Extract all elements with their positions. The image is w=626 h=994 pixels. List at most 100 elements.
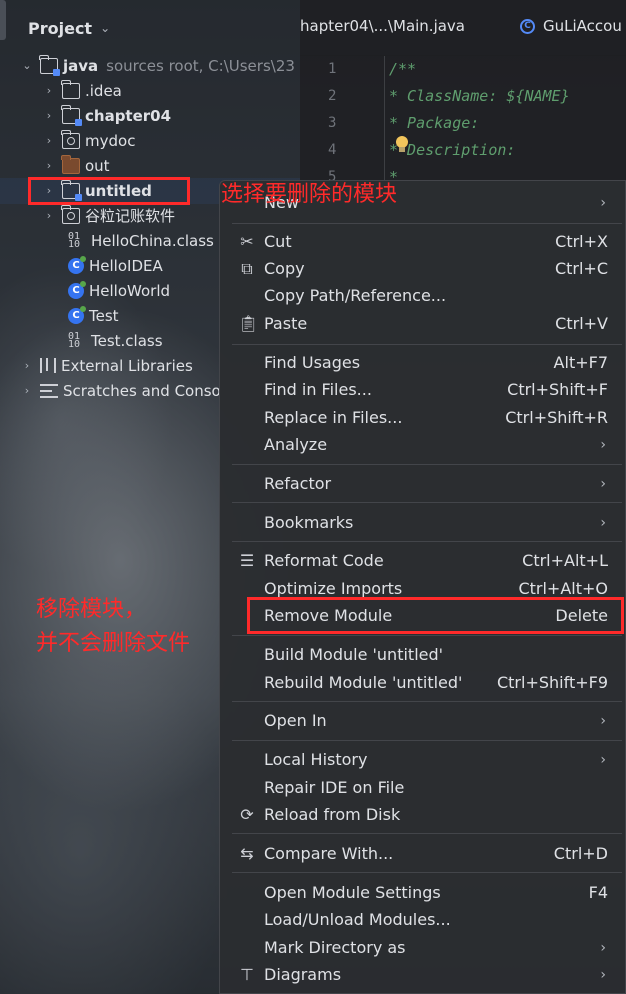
- chevron-right-icon[interactable]: ›: [42, 209, 56, 222]
- folder-icon: [61, 204, 80, 224]
- tree-item-idea[interactable]: › .idea: [42, 78, 122, 103]
- tree-item-guli[interactable]: › 谷粒记账软件: [42, 203, 175, 228]
- menu-item-label: Reformat Code: [264, 551, 384, 570]
- code-line: /**: [389, 60, 417, 78]
- tree-item-helloworld[interactable]: C HelloWorld: [62, 278, 170, 303]
- tab-main-java[interactable]: hapter04\...\Main.java: [300, 17, 465, 35]
- tree-item-java[interactable]: ⌄ java sources root, C:\Users\23: [20, 53, 295, 78]
- menu-item-label: Refactor: [264, 474, 332, 493]
- class-icon: C: [520, 18, 535, 34]
- excluded-folder-icon: [61, 154, 80, 174]
- copy-icon: ⧉: [241, 258, 253, 278]
- chevron-right-icon: ›: [600, 712, 606, 729]
- chevron-right-icon[interactable]: ›: [42, 84, 56, 97]
- menu-item-label: Reload from Disk: [264, 805, 401, 824]
- tree-item-label: HelloWorld: [89, 281, 171, 300]
- library-icon: [40, 358, 56, 373]
- menu-item-shortcut: Alt+F7: [553, 353, 608, 372]
- menu-separator: [232, 502, 622, 503]
- menu-item-label: Open In: [264, 711, 327, 730]
- menu-item-refactor[interactable]: Refactor ›: [232, 470, 622, 497]
- chevron-right-icon: ›: [600, 194, 606, 211]
- tab-guliaccount[interactable]: C GuLiAccou: [520, 17, 622, 35]
- menu-item-shortcut: Ctrl+Alt+O: [518, 579, 608, 598]
- java-class-icon: C: [68, 280, 86, 299]
- tree-item-scratches[interactable]: › Scratches and Conso: [20, 378, 221, 403]
- chevron-right-icon[interactable]: ›: [20, 359, 34, 372]
- lightbulb-icon[interactable]: [395, 136, 409, 154]
- menu-item-repair-ide[interactable]: Repair IDE on File: [232, 774, 622, 801]
- menu-item-find-in-files[interactable]: Find in Files... Ctrl+Shift+F: [232, 376, 622, 403]
- annotation-select-module: 选择要删除的模块: [221, 182, 398, 207]
- source-folder-icon: [39, 54, 60, 76]
- menu-item-cut[interactable]: ✂ Cut Ctrl+X: [232, 228, 622, 255]
- menu-item-copy-path[interactable]: Copy Path/Reference...: [232, 282, 622, 309]
- chevron-right-icon[interactable]: ›: [42, 159, 56, 172]
- code-line: * ClassName: ${NAME}: [389, 87, 570, 105]
- menu-item-shortcut: Ctrl+Alt+L: [522, 551, 608, 570]
- compare-icon: ⇆: [240, 843, 254, 863]
- menu-item-replace-in-files[interactable]: Replace in Files... Ctrl+Shift+R: [232, 404, 622, 431]
- code-line: * Package:: [389, 114, 480, 132]
- editor-area[interactable]: hapter04\...\Main.java C GuLiAccou 1 2 3…: [300, 0, 626, 186]
- java-class-icon: C: [68, 255, 86, 274]
- scratches-icon: [40, 383, 58, 398]
- tree-item-mydoc[interactable]: › mydoc: [42, 128, 135, 153]
- tree-item-test[interactable]: C Test: [62, 303, 119, 328]
- tree-item-external-libraries[interactable]: › External Libraries: [20, 353, 193, 378]
- project-panel-header[interactable]: Project ⌄: [0, 0, 300, 56]
- chevron-right-icon[interactable]: ›: [42, 134, 56, 147]
- refresh-icon: ⟳: [240, 804, 254, 824]
- menu-item-label: Load/Unload Modules...: [264, 910, 451, 929]
- chevron-right-icon: ›: [600, 939, 606, 956]
- menu-item-label: Replace in Files...: [264, 408, 403, 427]
- menu-item-label: Build Module 'untitled': [264, 645, 444, 664]
- chevron-down-icon[interactable]: ⌄: [100, 21, 110, 35]
- chevron-right-icon[interactable]: ›: [20, 384, 34, 397]
- menu-item-reload-from-disk[interactable]: ⟳ Reload from Disk: [232, 801, 622, 828]
- line-number: 2: [328, 88, 337, 104]
- menu-separator: [232, 701, 622, 702]
- binary-class-file-icon: 01 10: [68, 230, 81, 250]
- annotation-remove-note-line2: 并不会删除文件: [36, 631, 191, 656]
- menu-item-label: Diagrams: [264, 965, 342, 984]
- editor-tabs: hapter04\...\Main.java C GuLiAccou: [300, 0, 626, 56]
- tree-item-label: out: [85, 156, 110, 175]
- tree-item-hellochina[interactable]: 01 10 HelloChina.class: [62, 228, 214, 253]
- tree-item-label: Test.class: [91, 331, 163, 350]
- line-number: 1: [328, 61, 337, 77]
- tree-item-chapter04[interactable]: › chapter04: [42, 103, 171, 128]
- menu-item-build-module[interactable]: Build Module 'untitled': [232, 641, 622, 668]
- annotation-box-remove-module: [247, 597, 624, 634]
- menu-item-compare-with[interactable]: ⇆ Compare With... Ctrl+D: [232, 840, 622, 867]
- chevron-right-icon: ›: [600, 966, 606, 983]
- menu-separator: [232, 872, 622, 873]
- chevron-right-icon[interactable]: ›: [42, 109, 56, 122]
- menu-item-copy[interactable]: ⧉ Copy Ctrl+C: [232, 255, 622, 282]
- menu-item-diagrams[interactable]: ⊤ Diagrams ›: [232, 961, 622, 988]
- tree-item-label: mydoc: [85, 131, 136, 150]
- chevron-down-icon[interactable]: ⌄: [20, 59, 34, 72]
- menu-item-find-usages[interactable]: Find Usages Alt+F7: [232, 349, 622, 376]
- menu-item-reformat-code[interactable]: ☰ Reformat Code Ctrl+Alt+L: [232, 547, 622, 574]
- menu-item-load-unload-modules[interactable]: Load/Unload Modules...: [232, 906, 622, 933]
- menu-item-bookmarks[interactable]: Bookmarks ›: [232, 509, 622, 536]
- menu-item-label: Open Module Settings: [264, 883, 441, 902]
- tree-item-hint: sources root, C:\Users\23: [106, 56, 295, 75]
- menu-item-analyze[interactable]: Analyze ›: [232, 431, 622, 458]
- tree-item-label: HelloChina.class: [91, 231, 214, 250]
- menu-separator: [232, 344, 622, 345]
- menu-item-paste[interactable]: 📋︎ Paste Ctrl+V: [232, 310, 622, 337]
- context-menu: New › ✂ Cut Ctrl+X ⧉ Copy Ctrl+C Copy Pa…: [219, 180, 626, 994]
- tree-item-test-class[interactable]: 01 10 Test.class: [62, 328, 163, 353]
- tree-item-label: .idea: [85, 81, 122, 100]
- menu-item-open-in[interactable]: Open In ›: [232, 707, 622, 734]
- menu-item-label: Copy: [264, 259, 305, 278]
- menu-item-local-history[interactable]: Local History ›: [232, 746, 622, 773]
- menu-item-open-module-settings[interactable]: Open Module Settings F4: [232, 879, 622, 906]
- menu-item-mark-directory-as[interactable]: Mark Directory as ›: [232, 934, 622, 961]
- tree-item-out[interactable]: › out: [42, 153, 110, 178]
- tree-item-helloidea[interactable]: C HelloIDEA: [62, 253, 163, 278]
- menu-item-rebuild-module[interactable]: Rebuild Module 'untitled' Ctrl+Shift+F9: [232, 669, 622, 696]
- code-text[interactable]: /** * ClassName: ${NAME} * Package: * De…: [384, 56, 570, 186]
